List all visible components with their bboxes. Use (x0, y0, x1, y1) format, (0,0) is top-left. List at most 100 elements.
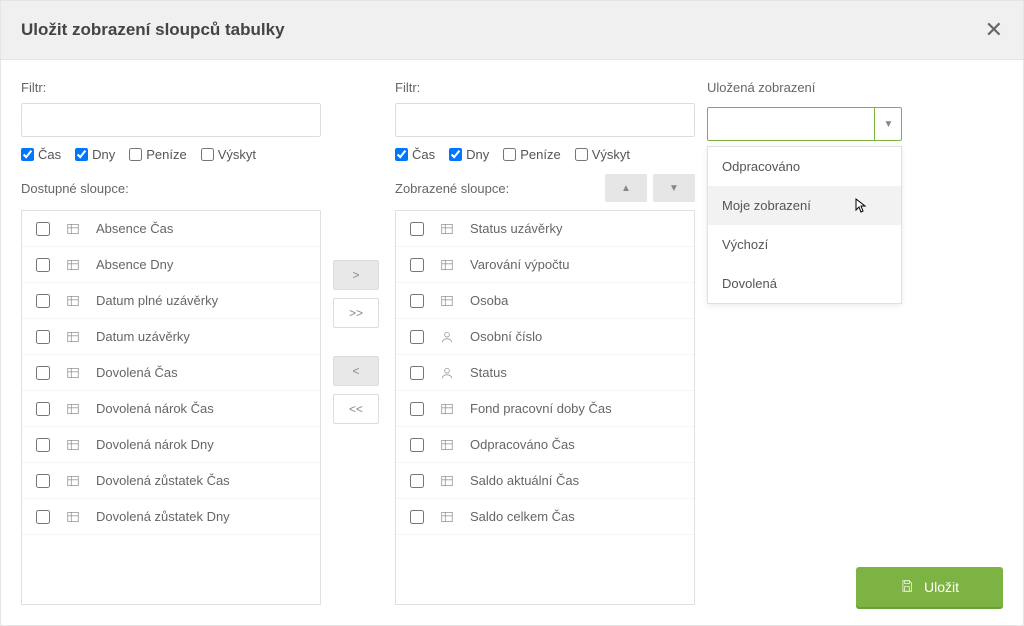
dialog-title: Uložit zobrazení sloupců tabulky (21, 20, 285, 40)
list-item-checkbox[interactable] (410, 402, 424, 416)
list-item[interactable]: Datum plné uzávěrky (22, 283, 320, 319)
save-icon (900, 579, 914, 596)
list-item[interactable]: Datum uzávěrky (22, 319, 320, 355)
list-item-label: Absence Dny (96, 257, 173, 272)
person-icon (440, 366, 454, 380)
list-item-checkbox[interactable] (410, 438, 424, 452)
list-item-checkbox[interactable] (410, 222, 424, 236)
saved-views-input[interactable] (707, 107, 902, 141)
list-item-label: Datum uzávěrky (96, 329, 190, 344)
list-item-checkbox[interactable] (410, 258, 424, 272)
table-icon (66, 222, 80, 236)
table-icon (440, 294, 454, 308)
list-item-checkbox[interactable] (36, 474, 50, 488)
list-item-label: Dovolená zůstatek Dny (96, 509, 230, 524)
list-item-label: Dovolená nárok Čas (96, 401, 214, 416)
move-left-button[interactable]: < (333, 356, 379, 386)
list-item-checkbox[interactable] (410, 510, 424, 524)
table-icon (66, 366, 80, 380)
list-item-label: Datum plné uzávěrky (96, 293, 218, 308)
list-item[interactable]: Status (396, 355, 694, 391)
chevron-down-icon[interactable]: ▼ (874, 107, 902, 141)
list-item-label: Varování výpočtu (470, 257, 569, 272)
close-icon[interactable]: ✕ (985, 19, 1003, 41)
check-penize-left[interactable]: Peníze (129, 147, 186, 162)
list-item-label: Status (470, 365, 507, 380)
list-item[interactable]: Dovolená Čas (22, 355, 320, 391)
displayed-columns-panel: Filtr: Čas Dny Peníze Výskyt Zobrazené s… (395, 80, 695, 605)
list-item[interactable]: Dovolená nárok Dny (22, 427, 320, 463)
dialog-body: Filtr: Čas Dny Peníze Výskyt Dostupné sl… (1, 60, 1023, 625)
list-item-checkbox[interactable] (36, 258, 50, 272)
list-item-label: Status uzávěrky (470, 221, 563, 236)
list-item-checkbox[interactable] (410, 474, 424, 488)
table-icon (440, 474, 454, 488)
move-buttons-panel: > >> < << (333, 80, 383, 605)
check-dny-center[interactable]: Dny (449, 147, 489, 162)
list-item[interactable]: Varování výpočtu (396, 247, 694, 283)
table-icon (66, 294, 80, 308)
list-item-checkbox[interactable] (36, 402, 50, 416)
list-item-checkbox[interactable] (36, 366, 50, 380)
list-item-checkbox[interactable] (410, 366, 424, 380)
saved-views-combo[interactable]: ▼ (707, 107, 902, 141)
move-right-button[interactable]: > (333, 260, 379, 290)
list-item[interactable]: Status uzávěrky (396, 211, 694, 247)
filter-input-left[interactable] (21, 103, 321, 137)
check-vyskyt-center[interactable]: Výskyt (575, 147, 630, 162)
list-item-checkbox[interactable] (410, 330, 424, 344)
list-item-label: Saldo aktuální Čas (470, 473, 579, 488)
filter-checks-center: Čas Dny Peníze Výskyt (395, 147, 695, 162)
displayed-columns-list[interactable]: Status uzávěrky Varování výpočtu Osoba Osob… (395, 210, 695, 605)
sort-up-button[interactable]: ▲ (605, 174, 647, 202)
list-item-checkbox[interactable] (36, 222, 50, 236)
list-item[interactable]: Absence Dny (22, 247, 320, 283)
table-icon (66, 474, 80, 488)
list-item[interactable]: Dovolená nárok Čas (22, 391, 320, 427)
list-item-label: Dovolená nárok Dny (96, 437, 214, 452)
list-item[interactable]: Odpracováno Čas (396, 427, 694, 463)
list-item-checkbox[interactable] (410, 294, 424, 308)
list-item-label: Dovolená Čas (96, 365, 178, 380)
list-item[interactable]: Osoba (396, 283, 694, 319)
check-cas-center[interactable]: Čas (395, 147, 435, 162)
list-item-checkbox[interactable] (36, 510, 50, 524)
list-item[interactable]: Dovolená zůstatek Dny (22, 499, 320, 535)
dropdown-item[interactable]: Výchozí (708, 225, 901, 264)
filter-label-center: Filtr: (395, 80, 695, 95)
list-item-label: Osoba (470, 293, 508, 308)
dropdown-item[interactable]: Moje zobrazení (708, 186, 901, 225)
saved-views-panel: Uložená zobrazení ▼ OdpracovánoMoje zobr… (707, 80, 1003, 605)
table-icon (66, 330, 80, 344)
list-item-label: Absence Čas (96, 221, 173, 236)
check-cas-left[interactable]: Čas (21, 147, 61, 162)
list-item-checkbox[interactable] (36, 330, 50, 344)
dropdown-item[interactable]: Dovolená (708, 264, 901, 303)
list-item[interactable]: Fond pracovní doby Čas (396, 391, 694, 427)
saved-views-label: Uložená zobrazení (707, 80, 1003, 95)
available-columns-list[interactable]: Absence Čas Absence Dny Datum plné uzávěrk… (21, 210, 321, 605)
list-item[interactable]: Saldo aktuální Čas (396, 463, 694, 499)
table-icon (66, 438, 80, 452)
sort-down-button[interactable]: ▼ (653, 174, 695, 202)
check-dny-left[interactable]: Dny (75, 147, 115, 162)
list-item-checkbox[interactable] (36, 438, 50, 452)
save-button[interactable]: Uložit (856, 567, 1003, 607)
check-penize-center[interactable]: Peníze (503, 147, 560, 162)
check-vyskyt-left[interactable]: Výskyt (201, 147, 256, 162)
list-item-label: Dovolená zůstatek Čas (96, 473, 230, 488)
move-left-all-button[interactable]: << (333, 394, 379, 424)
dropdown-item[interactable]: Odpracováno (708, 147, 901, 186)
list-item[interactable]: Saldo celkem Čas (396, 499, 694, 535)
table-icon (440, 222, 454, 236)
list-item[interactable]: Dovolená zůstatek Čas (22, 463, 320, 499)
filter-input-center[interactable] (395, 103, 695, 137)
list-item[interactable]: Osobní číslo (396, 319, 694, 355)
list-item-label: Fond pracovní doby Čas (470, 401, 612, 416)
move-right-all-button[interactable]: >> (333, 298, 379, 328)
dialog-header: Uložit zobrazení sloupců tabulky ✕ (1, 1, 1023, 60)
table-icon (440, 402, 454, 416)
list-item-checkbox[interactable] (36, 294, 50, 308)
available-columns-panel: Filtr: Čas Dny Peníze Výskyt Dostupné sl… (21, 80, 321, 605)
list-item[interactable]: Absence Čas (22, 211, 320, 247)
